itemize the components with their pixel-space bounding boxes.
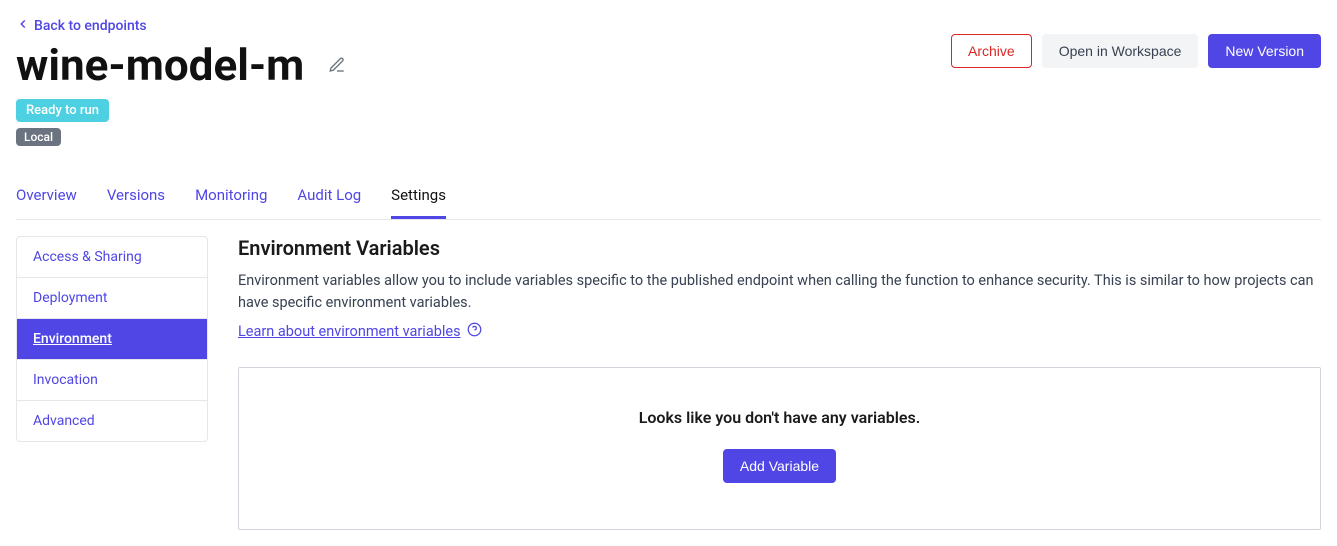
tab-settings[interactable]: Settings	[391, 186, 446, 219]
tab-monitoring[interactable]: Monitoring	[195, 186, 267, 219]
add-variable-button[interactable]: Add Variable	[723, 449, 836, 483]
learn-env-vars-link[interactable]: Learn about environment variables	[238, 322, 482, 341]
new-version-button[interactable]: New Version	[1208, 34, 1321, 68]
tabs: Overview Versions Monitoring Audit Log S…	[16, 186, 1321, 220]
edit-title-button[interactable]	[328, 56, 346, 74]
tab-audit-log[interactable]: Audit Log	[297, 186, 361, 219]
archive-button[interactable]: Archive	[951, 34, 1032, 68]
chevron-left-icon	[16, 17, 30, 35]
tab-versions[interactable]: Versions	[107, 186, 165, 219]
section-title: Environment Variables	[238, 236, 1321, 260]
settings-side-nav: Access & Sharing Deployment Environment …	[16, 236, 208, 442]
side-nav-deployment[interactable]: Deployment	[17, 278, 207, 319]
section-description: Environment variables allow you to inclu…	[238, 270, 1321, 315]
settings-content: Environment Variables Environment variab…	[238, 236, 1321, 530]
status-badge: Ready to run	[16, 99, 109, 122]
help-circle-icon	[467, 322, 482, 341]
env-vars-empty-state: Looks like you don't have any variables.…	[238, 367, 1321, 530]
side-nav-environment[interactable]: Environment	[17, 319, 207, 360]
open-workspace-button[interactable]: Open in Workspace	[1042, 34, 1199, 68]
pencil-icon	[328, 56, 346, 74]
header-actions: Archive Open in Workspace New Version	[951, 34, 1321, 68]
back-to-endpoints-link[interactable]: Back to endpoints	[16, 17, 147, 35]
empty-message: Looks like you don't have any variables.	[639, 408, 921, 427]
learn-link-label: Learn about environment variables	[238, 323, 461, 340]
tab-overview[interactable]: Overview	[16, 186, 77, 219]
endpoint-title: wine-model-m	[16, 39, 304, 91]
side-nav-invocation[interactable]: Invocation	[17, 360, 207, 401]
scope-badge: Local	[16, 128, 61, 146]
side-nav-access-sharing[interactable]: Access & Sharing	[17, 237, 207, 278]
side-nav-advanced[interactable]: Advanced	[17, 401, 207, 441]
back-link-label: Back to endpoints	[34, 18, 147, 34]
